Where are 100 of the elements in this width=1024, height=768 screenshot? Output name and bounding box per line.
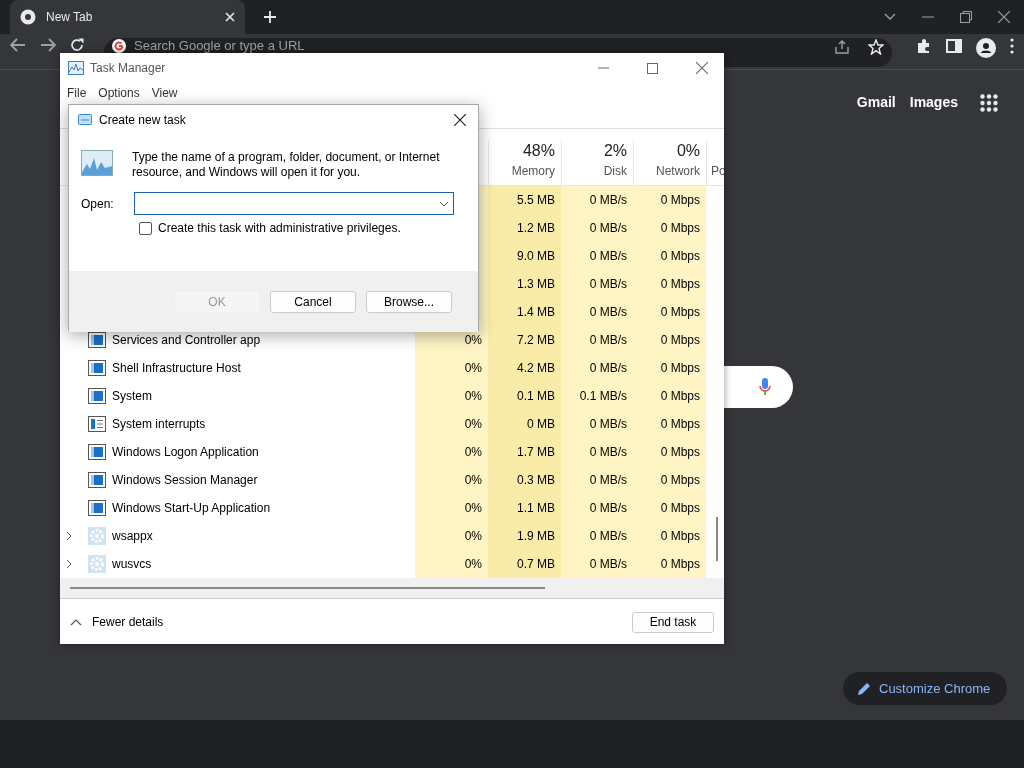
share-icon[interactable]: [834, 39, 850, 55]
address-input[interactable]: Search Google or type a URL: [134, 39, 494, 53]
maximize-icon[interactable]: [647, 62, 658, 74]
search-box[interactable]: [724, 366, 793, 408]
table-cell: 0 MB/s: [561, 186, 633, 214]
forward-arrow-icon[interactable]: [40, 38, 56, 52]
process-name[interactable]: wsappx: [112, 527, 153, 545]
chart-window-icon: [81, 150, 113, 176]
column-header[interactable]: Memory: [489, 161, 555, 181]
chevron-down-icon: [438, 200, 449, 207]
table-cell: 9.0 MB: [488, 242, 561, 270]
checkbox[interactable]: [139, 221, 152, 235]
process-name[interactable]: System interrupts: [112, 415, 206, 433]
table-cell: 0%: [415, 382, 488, 410]
gear-icon: [88, 527, 106, 545]
reload-icon[interactable]: [70, 38, 84, 52]
app-window-icon: [88, 332, 106, 348]
scrollbar-thumb[interactable]: [716, 517, 718, 561]
table-cell: 4.2 MB: [488, 354, 561, 382]
profile-icon[interactable]: [976, 38, 996, 58]
table-cell: 0 Mbps: [633, 550, 706, 578]
table-cell: 0%: [415, 438, 488, 466]
table-cell: 0 Mbps: [633, 522, 706, 550]
scrollbar-thumb[interactable]: [70, 587, 545, 589]
chevron-down-icon[interactable]: [884, 13, 896, 21]
process-name[interactable]: wusvcs: [112, 555, 152, 573]
table-cell: 0 MB/s: [561, 354, 633, 382]
table-cell: 0%: [415, 494, 488, 522]
checkbox-label[interactable]: Create this task with administrative privileges.: [158, 219, 401, 237]
process-name[interactable]: Windows Session Manager: [112, 471, 258, 489]
app-window-icon: [88, 500, 106, 516]
chart-window-icon: [68, 61, 84, 75]
dialog-title: Create new task: [99, 111, 186, 129]
table-cell: 0%: [415, 354, 488, 382]
close-icon[interactable]: [998, 11, 1010, 23]
plus-icon[interactable]: [263, 10, 277, 24]
chevron-up-icon[interactable]: [70, 618, 82, 626]
table-cell: 1.1 MB: [488, 494, 561, 522]
table-cell: 0%: [415, 410, 488, 438]
fewer-details-link[interactable]: Fewer details: [92, 613, 164, 631]
header-link[interactable]: Gmail: [856, 92, 896, 113]
process-name[interactable]: System: [112, 387, 152, 405]
process-name[interactable]: Shell Infrastructure Host: [112, 359, 241, 377]
menu-item[interactable]: File: [67, 84, 87, 102]
table-cell: 0 Mbps: [633, 382, 706, 410]
table-cell: 1.9 MB: [488, 522, 561, 550]
table-cell: 0 MB/s: [561, 466, 633, 494]
open-label: Open:: [81, 195, 114, 213]
table-cell: 0.7 MB: [488, 550, 561, 578]
table-cell: 0 MB/s: [561, 522, 633, 550]
puzzle-icon[interactable]: [916, 38, 932, 54]
table-cell: 0%: [415, 466, 488, 494]
close-icon[interactable]: [696, 62, 708, 74]
column-percent: 2%: [602, 141, 627, 161]
star-icon[interactable]: [868, 39, 884, 55]
column-percent: 0%: [675, 141, 700, 161]
table-cell: 7.2 MB: [488, 326, 561, 354]
side-panel-icon[interactable]: [946, 38, 962, 54]
chevron-right-icon[interactable]: [66, 531, 72, 541]
microphone-icon[interactable]: [759, 378, 771, 396]
table-cell: 0 Mbps: [633, 270, 706, 298]
table-cell: 1.7 MB: [488, 438, 561, 466]
restore-icon[interactable]: [960, 11, 972, 23]
tab-title: New Tab: [46, 9, 94, 26]
more-menu-icon[interactable]: [1010, 38, 1014, 54]
app-window-icon: [88, 360, 106, 376]
table-cell: 0%: [415, 550, 488, 578]
apps-grid-icon[interactable]: [980, 93, 998, 112]
column-percent: 48%: [521, 141, 555, 161]
table-cell: 0 MB/s: [561, 242, 633, 270]
dialog-button[interactable]: Cancel: [270, 290, 356, 313]
table-cell: 1.2 MB: [488, 214, 561, 242]
customize-chrome-button[interactable]: Customize Chrome: [843, 672, 1007, 705]
process-name[interactable]: Services and Controller app: [112, 331, 261, 349]
column-header[interactable]: Disk: [562, 161, 627, 181]
process-name[interactable]: Windows Start-Up Application: [112, 499, 271, 517]
open-combobox[interactable]: [133, 192, 454, 215]
menu-item[interactable]: Options: [98, 84, 140, 102]
back-arrow-icon[interactable]: [10, 38, 26, 52]
process-name[interactable]: Windows Logon Application: [112, 443, 259, 461]
dialog-button[interactable]: Browse...: [366, 290, 452, 313]
table-cell: 1.3 MB: [488, 270, 561, 298]
list-window-icon: [88, 416, 106, 432]
chrome-logo-icon: [20, 9, 36, 25]
app-window-icon: [88, 388, 106, 404]
table-cell: 0 Mbps: [633, 438, 706, 466]
header-link[interactable]: Images: [909, 92, 958, 113]
end-task-button[interactable]: End task: [632, 611, 714, 633]
chevron-right-icon[interactable]: [66, 559, 72, 569]
browser-tab[interactable]: New Tab: [10, 0, 245, 34]
column-header[interactable]: Network: [634, 161, 700, 181]
table-cell: 5.5 MB: [488, 186, 561, 214]
table-cell: 0 MB/s: [561, 270, 633, 298]
table-cell: 1.4 MB: [488, 298, 561, 326]
table-cell: 0.1 MB: [488, 382, 561, 410]
table-cell: 0 MB/s: [561, 550, 633, 578]
menu-item[interactable]: View: [151, 84, 178, 102]
table-cell: 0.3 MB: [488, 466, 561, 494]
table-cell: 0 Mbps: [633, 326, 706, 354]
table-cell: 0 Mbps: [633, 298, 706, 326]
